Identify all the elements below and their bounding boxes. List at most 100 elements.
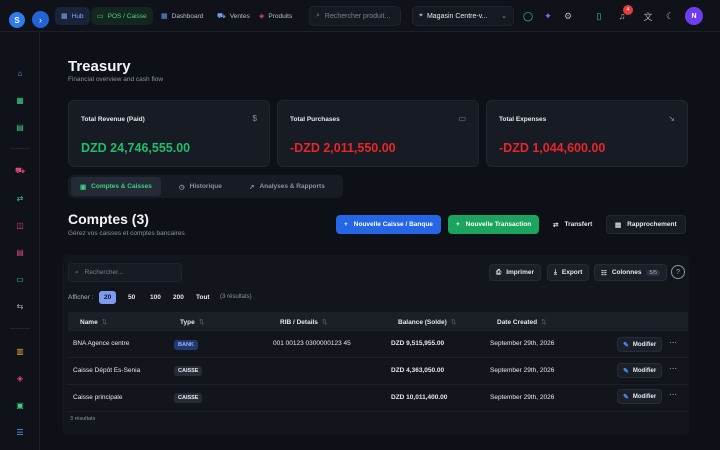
columns-button[interactable]: ☷ Colonnes 5/5 (594, 264, 668, 281)
treasury-tabs: ▣ Comptes & Caisses ◷ Historique ↗ Analy… (68, 175, 343, 198)
chevron-down-icon: ⌄ (501, 13, 507, 20)
card-label: Total Expenses (499, 116, 547, 123)
gear-icon[interactable]: ⚙ (561, 9, 575, 23)
pencil-icon: ✎ (623, 367, 629, 375)
treasury-icon[interactable]: ▤ (14, 121, 26, 133)
button-label: Imprimer (506, 269, 535, 276)
dashboard-icon[interactable]: ▦ (14, 94, 26, 106)
page-size-option[interactable]: 100 (145, 291, 166, 304)
print-button[interactable]: ⎙ Imprimer (489, 264, 542, 281)
cell-name: BNA Agence centre (73, 340, 130, 347)
cell-rib: 001 00123 0300000123 45 (273, 340, 351, 347)
help-icon[interactable]: ? (671, 265, 685, 279)
card-value: -DZD 1,044,600.00 (499, 141, 606, 155)
download-icon: ⤓ (554, 268, 557, 276)
exchange-icon: ⇄ (553, 221, 559, 229)
list-icon[interactable]: ☰ (14, 426, 26, 438)
book-icon[interactable]: ▥ (14, 345, 26, 357)
export-button[interactable]: ⤓ Export (547, 264, 590, 281)
tab-label: Historique (189, 183, 222, 190)
table-row (68, 358, 688, 385)
store-selector[interactable]: ⌖ Magasin Centre-v... ⌄ (412, 6, 514, 26)
nav-tab-label: POS / Caisse (107, 12, 147, 20)
avatar-letter: N (691, 12, 697, 20)
column-header-rib[interactable]: RIB / Details ⇅ (280, 318, 327, 326)
translate-icon[interactable]: 文 (641, 9, 655, 23)
comptes-title: Comptes (3) (68, 211, 149, 227)
table-header (68, 312, 688, 331)
nav-tab-label: Produits (268, 12, 293, 20)
tab-analyses-rapports[interactable]: ↗ Analyses & Rapports (240, 177, 334, 196)
tab-historique[interactable]: ◷ Historique (170, 177, 231, 196)
cell-date: September 29th, 2026 (490, 340, 555, 347)
page-size-option[interactable]: Tout (191, 291, 215, 304)
plus-icon: + (344, 221, 348, 228)
sidebar-divider (10, 328, 30, 329)
column-header-label: Balance (Solde) (398, 319, 447, 326)
tab-label: Comptes & Caisses (91, 183, 152, 190)
button-label: Colonnes (611, 269, 642, 276)
home-icon[interactable]: ⌂ (14, 67, 26, 79)
column-header-label: Name (80, 319, 98, 326)
moon-icon[interactable]: ☾ (663, 9, 677, 23)
more-icon[interactable]: ⋯ (669, 338, 677, 347)
search-icon: ⌕ (75, 268, 79, 276)
table-footer-count: 3 résultats (70, 416, 96, 422)
tab-label: Analyses & Rapports (259, 183, 325, 190)
expand-sidebar-button[interactable]: › (32, 11, 49, 28)
card-icon[interactable]: ▭ (14, 273, 26, 285)
plus-icon: + (456, 221, 460, 228)
exchange-icon[interactable]: ⇆ (14, 300, 26, 312)
edit-button[interactable]: ✎ Modifier (617, 337, 663, 352)
nav-tab-pos[interactable]: ▭ POS / Caisse (91, 7, 153, 25)
rapprochement-button[interactable]: ▤ Rapprochement (606, 215, 686, 234)
chat-icon[interactable]: ◯ (521, 9, 535, 23)
sparkles-icon[interactable]: ✦ (541, 9, 555, 23)
button-label: Nouvelle Transaction (465, 221, 532, 228)
avatar[interactable]: N (685, 7, 703, 25)
button-label: Modifier (632, 393, 657, 400)
nav-tab-ventes[interactable]: ⛟ Ventes (211, 7, 256, 25)
button-label: Nouvelle Caisse / Banque (353, 221, 433, 228)
sort-icon: ⇅ (198, 319, 205, 326)
global-search-input[interactable]: ⌕ Rechercher produit... (309, 6, 401, 26)
trend-down-icon: ↘ (668, 114, 675, 123)
mobile-icon[interactable]: ▯ (592, 9, 606, 23)
page-size-option[interactable]: 200 (168, 291, 189, 304)
document-icon[interactable]: ▤ (14, 246, 26, 258)
transfer-icon[interactable]: ⇄ (14, 192, 26, 204)
page-subtitle: Financial overview and cash flow (68, 76, 164, 83)
page-size-option[interactable]: 50 (123, 291, 140, 304)
nav-tab-produits[interactable]: ◈ Produits (253, 7, 298, 25)
column-header-date[interactable]: Date Created ⇅ (497, 318, 547, 326)
page-size-option[interactable]: 20 (99, 291, 117, 304)
cart-icon[interactable]: ⛟ (14, 165, 26, 177)
new-transaction-button[interactable]: + Nouvelle Transaction (448, 215, 540, 234)
clipboard-icon[interactable]: ▣ (14, 399, 26, 411)
tab-comptes-caisses[interactable]: ▣ Comptes & Caisses (71, 177, 161, 196)
notification-badge: 4 (623, 5, 633, 15)
column-header-name[interactable]: Name ⇅ (80, 318, 107, 326)
nav-tab-dashboard[interactable]: ▦ Dashboard (155, 7, 209, 25)
sidebar-divider (10, 148, 30, 149)
more-icon[interactable]: ⋯ (669, 364, 677, 373)
printer-icon: ⎙ (496, 268, 502, 276)
cube-icon[interactable]: ◈ (14, 372, 26, 384)
type-badge: CAISSE (174, 393, 203, 403)
nav-tab-hub[interactable]: ▦ Hub (55, 7, 90, 25)
edit-button[interactable]: ✎ Modifier (617, 363, 663, 378)
bag-icon[interactable]: ◫ (14, 219, 26, 231)
dashboard-icon: ▦ (161, 13, 168, 20)
column-header-type[interactable]: Type ⇅ (180, 318, 204, 326)
edit-button[interactable]: ✎ Modifier (617, 389, 663, 404)
box-icon: ◈ (259, 13, 265, 20)
more-icon[interactable]: ⋯ (669, 390, 677, 399)
table-search-input[interactable]: ⌕ Rechercher... (68, 263, 182, 282)
table-row (68, 331, 688, 358)
cart-icon: ⛟ (217, 12, 226, 20)
grid-icon: ▦ (61, 13, 68, 20)
column-header-balance[interactable]: Balance (Solde) ⇅ (398, 318, 456, 326)
app-logo[interactable]: S (9, 12, 25, 28)
transfert-button[interactable]: ⇄ Transfert (545, 215, 600, 234)
new-caisse-button[interactable]: + Nouvelle Caisse / Banque (336, 215, 441, 234)
